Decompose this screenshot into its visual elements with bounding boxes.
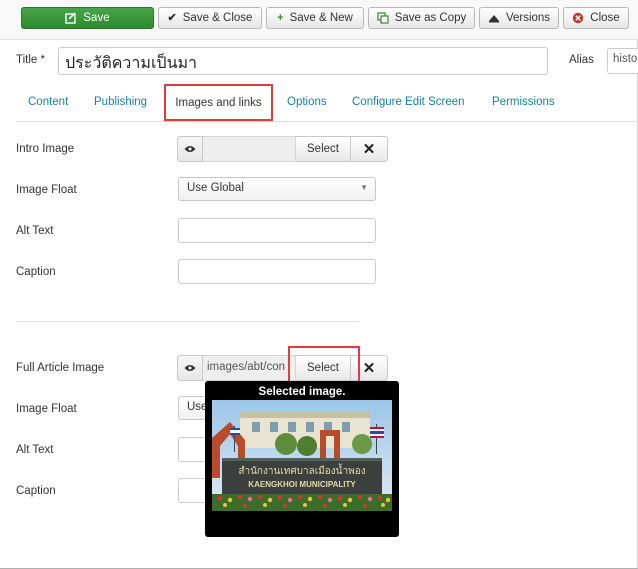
plus-icon: + (277, 11, 284, 24)
sign-english-text: KAENGKHOI MUNICIPALITY (248, 480, 356, 489)
save-new-button[interactable]: + Save & New (266, 7, 364, 29)
intro-image-field: Select ✕ (177, 136, 388, 162)
save-copy-button[interactable]: Save as Copy (368, 7, 475, 29)
intro-image-select-button[interactable]: Select (296, 136, 351, 162)
save-button[interactable]: Save (21, 7, 154, 29)
copy-icon (377, 12, 389, 24)
intro-image-path[interactable] (203, 136, 296, 162)
close-button[interactable]: Close (563, 7, 629, 29)
tab-images-and-links[interactable]: Images and links (164, 84, 273, 121)
alias-input[interactable]: histo (607, 48, 638, 74)
intro-image-clear-button[interactable]: ✕ (351, 136, 388, 162)
tab-permissions[interactable]: Permissions (492, 96, 555, 108)
title-label: Title * (16, 54, 45, 66)
intro-alt-label: Alt Text (16, 225, 54, 237)
intro-caption-label: Caption (16, 266, 56, 278)
intro-float-label: Image Float (16, 184, 77, 196)
full-float-label: Image Float (16, 403, 77, 415)
save-icon (65, 12, 77, 24)
editor-frame: Save ✔ Save & Close + Save & New Save as… (0, 0, 638, 569)
close-icon (572, 12, 584, 24)
versions-icon (488, 13, 500, 23)
intro-image-label: Intro Image (16, 143, 75, 155)
eye-icon[interactable] (177, 355, 203, 381)
intro-alt-input[interactable] (178, 218, 376, 243)
tab-publishing[interactable]: Publishing (94, 96, 147, 108)
full-image-label: Full Article Image (16, 362, 105, 374)
eye-icon[interactable] (177, 136, 203, 162)
tabs-divider (16, 121, 638, 122)
intro-float-select[interactable]: Use Global ▼ (178, 177, 376, 201)
full-alt-label: Alt Text (16, 444, 54, 456)
tab-options[interactable]: Options (287, 96, 327, 108)
full-image-path[interactable]: images/abt/con (203, 355, 296, 381)
tab-configure-edit-screen[interactable]: Configure Edit Screen (352, 96, 465, 108)
full-caption-label: Caption (16, 485, 56, 497)
versions-button[interactable]: Versions (479, 7, 559, 29)
check-icon: ✔ (167, 11, 177, 24)
tooltip-title: Selected image. (258, 386, 346, 398)
section-divider (16, 321, 359, 322)
alias-label: Alias (569, 54, 594, 66)
toolbar: Save ✔ Save & Close + Save & New Save as… (0, 0, 638, 40)
intro-caption-input[interactable] (178, 259, 376, 284)
x-icon: ✕ (362, 360, 376, 377)
title-input[interactable]: ประวัติความเป็นมา (58, 47, 548, 75)
image-preview-tooltip: Selected image. สำนักงานเทศบาลเมืองน้ำพอ… (205, 381, 399, 537)
selected-image-preview: สำนักงานเทศบาลเมืองน้ำพอง KAENGKHOI MUNI… (212, 400, 392, 511)
chevron-down-icon: ▼ (360, 183, 368, 192)
save-close-button[interactable]: ✔ Save & Close (158, 7, 262, 29)
x-icon: ✕ (362, 141, 376, 158)
sign-thai-text: สำนักงานเทศบาลเมืองน้ำพอง (238, 463, 365, 477)
tab-content[interactable]: Content (28, 96, 68, 108)
